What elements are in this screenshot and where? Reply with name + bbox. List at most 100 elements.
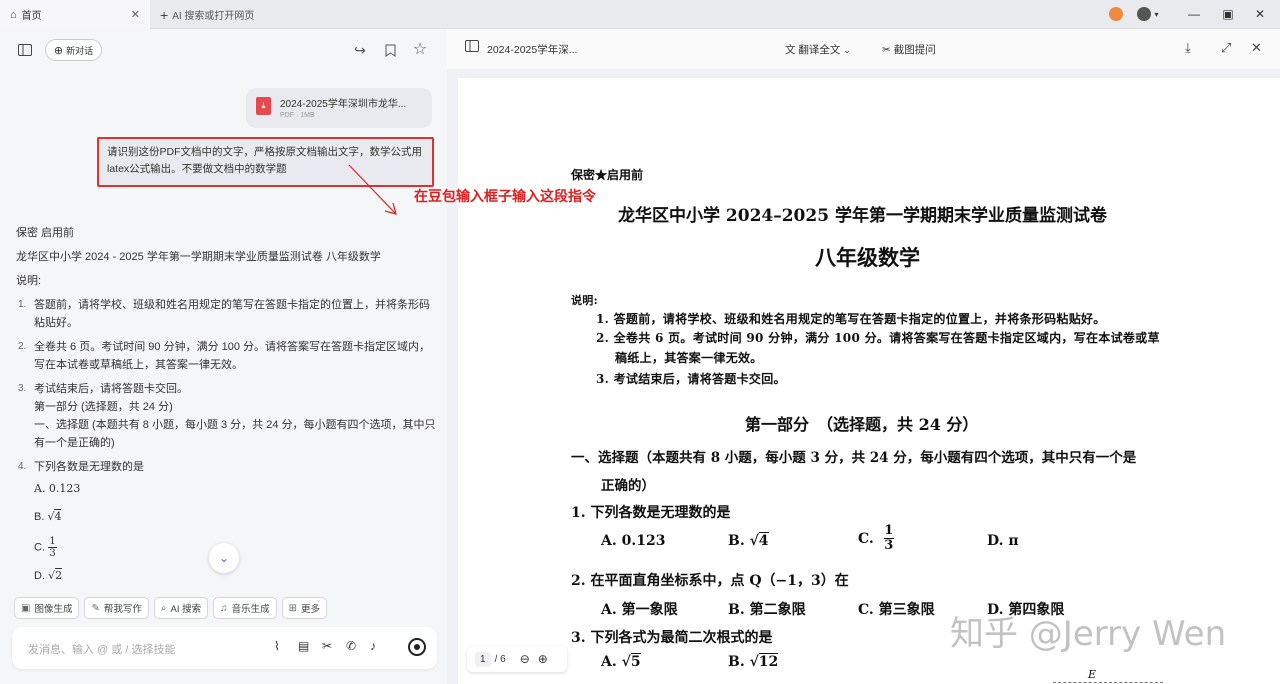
zoom-in-icon[interactable]: ⊕: [538, 652, 548, 666]
scissors-icon[interactable]: ✂: [322, 639, 332, 653]
doc-q1-a: A. 0.123: [601, 533, 666, 549]
pdf-icon: ⤓: [256, 97, 271, 115]
doc-section1b: 正确的）: [601, 478, 655, 494]
new-chat-button[interactable]: ⊕ 新对话: [45, 39, 102, 61]
response-part1: 第一部分 (选择题，共 24 分): [34, 401, 173, 413]
doc-note-2b: 稿纸上，其答案一律无效。: [615, 351, 763, 365]
bookmark-icon[interactable]: [380, 40, 400, 60]
doc-q2: 2. 在平面直角坐标系中，点 Q（−1，3）在: [571, 573, 849, 589]
home-icon: ⌂: [10, 8, 17, 21]
list-item: 3. 考试结束后，请将答题卡交回。 第一部分 (选择题，共 24 分) 一、选择…: [16, 380, 436, 452]
expand-icon[interactable]: ⤢: [1221, 40, 1231, 56]
doc-q1-b: B. √4: [728, 532, 769, 549]
chip-more[interactable]: ⊞ 更多: [281, 597, 328, 619]
pen-icon: ✎: [91, 602, 100, 614]
sidebar-toggle-icon[interactable]: [15, 40, 35, 60]
tab-home[interactable]: ⌂ 首页 ✕: [0, 0, 150, 29]
response-note-label: 说明:: [16, 275, 42, 287]
doc-q1-d: D. π: [987, 533, 1019, 549]
scroll-down-button[interactable]: ⌄: [209, 543, 239, 573]
list-item: 1. 答题前，请将学校、班级和姓名用规定的笔写在答题卡指定的位置上，并将条形码粘…: [18, 299, 430, 329]
chevron-down-icon: ⌄: [218, 551, 230, 565]
annotation-arrow: [348, 164, 397, 215]
attach-icon[interactable]: ⌇: [274, 639, 280, 653]
translate-button[interactable]: 文 翻译全文 ⌄: [785, 42, 851, 57]
plus-icon: ⊕: [53, 44, 64, 57]
gift-icon[interactable]: [1105, 4, 1127, 24]
doc-note-label: 说明:: [571, 294, 598, 307]
chip-music[interactable]: ♫ 音乐生成: [213, 597, 277, 619]
chip-image-gen[interactable]: ▣ 图像生成: [14, 597, 80, 619]
screenshot-ask-button[interactable]: ✂ 截图提问: [882, 42, 936, 57]
doc-figure-line: [1053, 682, 1163, 683]
doc-q1: 1. 下列各数是无理数的是: [571, 505, 731, 521]
fraction: 13: [48, 536, 58, 559]
page-number-input[interactable]: 1: [475, 651, 491, 667]
new-tab-button[interactable]: + AI 搜索或打开网页: [160, 0, 254, 29]
sidebar-toggle-icon[interactable]: [465, 40, 479, 55]
share-icon[interactable]: ↪: [350, 40, 370, 60]
response-title: 龙华区中小学 2024 - 2025 学年第一学期期末学业质量监测试卷 八年级数…: [16, 251, 381, 263]
title-bar: ⌂ 首页 ✕ + AI 搜索或打开网页 ▾ — ▣ ✕: [0, 0, 1280, 29]
doc-note-2: 2. 全卷共 6 页。考试时间 90 分钟，满分 100 分。请将答案写在答题卡…: [596, 331, 1160, 345]
message-input-placeholder: 发消息、输入 @ 或 / 选择技能: [28, 644, 176, 656]
doc-secret: 保密★启用前: [571, 168, 644, 182]
option-a: A. 0.123: [34, 482, 81, 495]
list-item: 4. 下列各数是无理数的是: [18, 461, 144, 473]
attached-file-card[interactable]: ⤓ 2024-2025学年深圳市龙华... PDF · 1MB: [246, 88, 432, 128]
assistant-response: 保密 启用前 龙华区中小学 2024 - 2025 学年第一学期期末学业质量监测…: [16, 224, 436, 579]
star-icon[interactable]: ☆: [410, 39, 430, 59]
music-icon: ♫: [220, 602, 228, 614]
page-controls: 1 / 6 ⊖ ⊕: [467, 646, 567, 672]
page-total: / 6: [494, 653, 506, 665]
doc-note-3: 3. 考试结束后，请将答题卡交回。: [596, 372, 786, 386]
list-item: 2. 全卷共 6 页。考试时间 90 分钟，满分 100 分。请将答案写在答题卡…: [18, 341, 431, 371]
chip-ai-search[interactable]: ⌕ AI 搜索: [153, 597, 209, 619]
chevron-down-icon: ⌄: [843, 45, 851, 55]
doc-q2-c: C. 第三象限: [858, 602, 935, 618]
annotation-label: 在豆包输入框子输入这段指令: [414, 188, 596, 204]
doc-note-1: 1. 答题前，请将学校、班级和姓名用规定的笔写在答题卡指定的位置上，并将条形码粘…: [596, 312, 1106, 326]
tab-home-label: 首页: [21, 11, 42, 22]
avatar-menu[interactable]: ▾: [1131, 4, 1165, 24]
viewer-title: 2024-2025学年深...: [487, 44, 578, 56]
pdf-viewer: 2024-2025学年深... 文 翻译全文 ⌄ ✂ 截图提问 ⤓ ⤢ ✕ 保密…: [447, 29, 1280, 684]
grid-icon: ⊞: [288, 602, 298, 614]
close-icon[interactable]: ✕: [1251, 40, 1262, 56]
minimize-icon[interactable]: —: [1183, 4, 1205, 24]
chip-writing[interactable]: ✎ 帮我写作: [84, 597, 149, 619]
doc-q3-b: B. √12: [728, 653, 779, 670]
file-name: 2024-2025学年深圳市龙华...: [280, 99, 407, 110]
doc-title: 龙华区中小学 2024–2025 学年第一学期期末学业质量监测试卷: [618, 206, 1107, 226]
search-icon: ⌕: [160, 602, 167, 614]
doc-section1: 一、选择题（本题共有 8 小题，每小题 3 分，共 24 分，每小题有四个选项，…: [571, 450, 1137, 466]
phone-icon[interactable]: ✆: [346, 639, 356, 653]
download-icon[interactable]: ⤓: [1185, 40, 1191, 56]
record-button[interactable]: [408, 638, 426, 656]
file-size: PDF · 1MB: [280, 112, 315, 119]
chevron-down-icon: ▾: [1154, 9, 1159, 19]
option-b: B. √4: [34, 509, 62, 523]
watermark: 知乎 @Jerry Wen: [950, 614, 1227, 654]
response-secret: 保密 启用前: [16, 227, 75, 239]
response-section1: 一、选择题 (本题共有 8 小题，每小题 3 分，共 24 分，每小题有四个选项…: [34, 419, 436, 449]
message-input[interactable]: 发消息、输入 @ 或 / 选择技能 ⌇ ▤ ✂ ✆ ♪: [12, 627, 437, 669]
microphone-icon[interactable]: ♪: [370, 639, 376, 653]
chat-panel: ⊕ 新对话 ↪ ☆ ⤓ 2024-2025学年深圳市龙华... PDF · 1M…: [0, 29, 447, 684]
restore-icon[interactable]: ▣: [1217, 4, 1239, 24]
doc-q3: 3. 下列各式为最简二次根式的是: [571, 630, 773, 646]
close-tab-icon[interactable]: ✕: [131, 8, 140, 21]
viewer-toolbar: 2024-2025学年深... 文 翻译全文 ⌄ ✂ 截图提问 ⤓ ⤢ ✕: [447, 29, 1280, 69]
plus-icon: +: [160, 6, 169, 23]
doc-q2-a: A. 第一象限: [601, 602, 678, 618]
doc-subtitle: 八年级数学: [815, 245, 920, 270]
image-upload-icon[interactable]: ▤: [298, 639, 309, 653]
doc-q2-b: B. 第二象限: [728, 602, 806, 618]
record-icon: [414, 644, 420, 650]
doc-part1: 第一部分 （选择题，共 24 分）: [745, 415, 979, 434]
avatar: [1137, 7, 1152, 21]
new-chat-label: 新对话: [66, 45, 94, 56]
image-icon: ▣: [21, 602, 31, 614]
zoom-out-icon[interactable]: ⊖: [520, 652, 530, 666]
close-window-icon[interactable]: ✕: [1249, 4, 1271, 24]
